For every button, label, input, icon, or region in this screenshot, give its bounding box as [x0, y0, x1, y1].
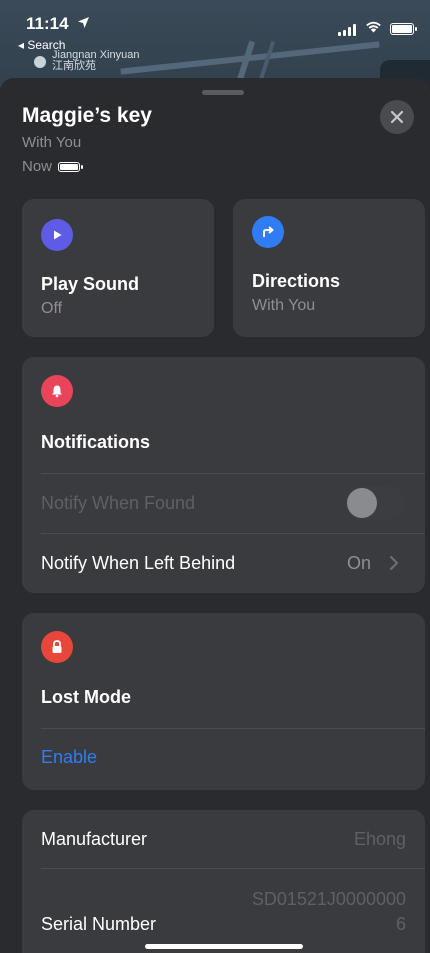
notify-when-found-toggle[interactable]: [345, 486, 405, 520]
last-seen-row: Now: [22, 158, 84, 175]
map-label-line2: 江南欣苑: [52, 60, 96, 72]
directions-icon: [252, 216, 284, 248]
map-poi-icon: [34, 56, 46, 68]
manufacturer-label: Manufacturer: [41, 829, 148, 849]
notify-when-left-behind-row[interactable]: Notify When Left Behind On: [22, 534, 425, 593]
status-time: 11:14: [26, 14, 90, 34]
play-sound-card[interactable]: Play Sound Off: [22, 199, 214, 337]
cellular-signal-icon: [338, 24, 356, 36]
play-sound-title: Play Sound: [41, 274, 140, 294]
close-button[interactable]: [380, 100, 414, 134]
last-seen-text: Now: [22, 158, 53, 175]
serial-number-value-line1: SD01521J0000000: [251, 889, 406, 909]
location-arrow-icon: [77, 14, 90, 34]
play-sound-status: Off: [41, 300, 63, 317]
lock-icon: [41, 631, 73, 663]
divider: [41, 728, 425, 729]
notify-when-left-behind-label: Notify When Left Behind: [41, 553, 236, 573]
serial-number-value-line2: 6: [395, 914, 406, 934]
directions-status: With You: [252, 297, 316, 314]
directions-card[interactable]: Directions With You: [233, 199, 425, 337]
lost-mode-card: Lost Mode Enable: [22, 613, 425, 790]
item-name: Maggie’s key: [22, 104, 152, 127]
play-icon: [41, 219, 73, 251]
wifi-icon: [365, 20, 382, 37]
device-info-card: Manufacturer Ehong SD01521J0000000 6 Ser…: [22, 810, 425, 953]
divider: [41, 868, 425, 869]
status-bar: 11:14 ◂ Search: [0, 0, 430, 56]
battery-icon: [390, 23, 417, 35]
divider: [41, 473, 425, 474]
time-text: 11:14: [26, 14, 69, 33]
toggle-knob: [347, 488, 377, 518]
home-indicator[interactable]: [145, 944, 303, 949]
serial-number-label: Serial Number: [41, 914, 157, 934]
bell-icon: [41, 375, 73, 407]
notifications-title: Notifications: [41, 432, 151, 452]
close-icon: [390, 110, 404, 124]
directions-title: Directions: [252, 271, 341, 291]
sheet-grabber[interactable]: [202, 90, 244, 95]
notify-when-left-behind-value: On: [347, 553, 372, 573]
notify-when-found-label: Notify When Found: [41, 493, 196, 513]
lost-mode-title: Lost Mode: [41, 687, 131, 707]
enable-lost-mode-link[interactable]: Enable: [41, 747, 97, 768]
notifications-card: Notifications Notify When Found Notify W…: [22, 357, 425, 593]
back-to-search-button[interactable]: ◂ Search: [18, 38, 65, 52]
item-detail-sheet: Maggie’s key With You Now Play Sound Off…: [0, 78, 430, 953]
manufacturer-value: Ehong: [353, 829, 406, 849]
item-status: With You: [22, 134, 82, 151]
item-battery-icon: [58, 161, 84, 172]
chevron-right-icon: [389, 555, 399, 576]
